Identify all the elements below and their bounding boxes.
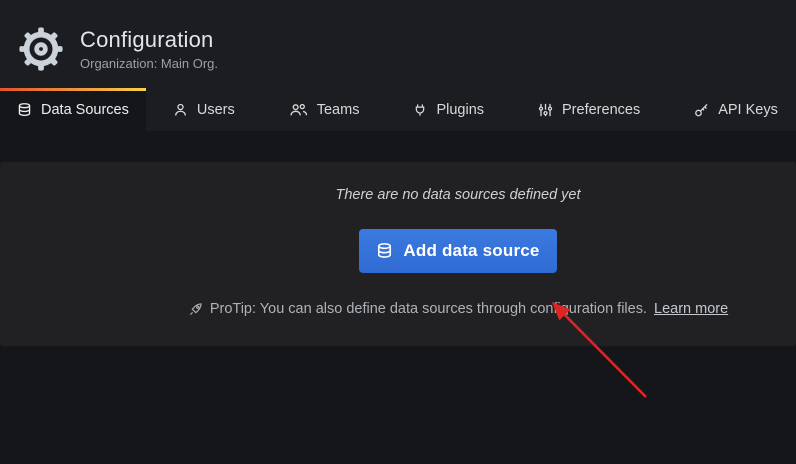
tab-label: Data Sources (41, 102, 129, 118)
add-data-source-button[interactable]: Add data source (359, 229, 556, 273)
tab-label: API Keys (718, 102, 778, 118)
tab-api-keys[interactable]: API Keys (667, 88, 796, 131)
tab-users[interactable]: Users (146, 88, 262, 131)
protip: ProTip: You can also define data sources… (188, 301, 728, 317)
data-sources-panel: There are no data sources defined yet Ad… (0, 162, 796, 346)
header-titles: Configuration Organization: Main Org. (80, 27, 218, 71)
rocket-icon (188, 302, 203, 317)
sliders-icon (538, 102, 553, 118)
tab-label: Preferences (562, 102, 640, 118)
page-title: Configuration (80, 27, 218, 53)
page-subtitle: Organization: Main Org. (80, 56, 218, 71)
config-tab-bar: Data Sources Users Teams Plug (0, 88, 796, 131)
page-header: Configuration Organization: Main Org. (0, 0, 796, 88)
tab-label: Plugins (436, 102, 484, 118)
database-icon (376, 242, 393, 260)
user-icon (173, 102, 188, 118)
learn-more-link[interactable]: Learn more (654, 301, 728, 317)
tab-label: Teams (317, 102, 360, 118)
protip-text: ProTip: You can also define data sources… (210, 301, 647, 317)
tab-preferences[interactable]: Preferences (511, 88, 667, 131)
key-icon (694, 102, 709, 118)
empty-message: There are no data sources defined yet (120, 187, 796, 203)
tab-data-sources[interactable]: Data Sources (0, 88, 146, 131)
users-icon (289, 102, 308, 118)
tab-plugins[interactable]: Plugins (386, 88, 511, 131)
add-button-label: Add data source (403, 241, 539, 261)
empty-state: There are no data sources defined yet Ad… (0, 162, 796, 322)
database-icon (17, 102, 32, 118)
tab-teams[interactable]: Teams (262, 88, 387, 131)
page-header-strip: Configuration Organization: Main Org. Da… (0, 0, 796, 131)
plug-icon (413, 102, 427, 118)
gear-icon (18, 26, 64, 72)
tab-label: Users (197, 102, 235, 118)
